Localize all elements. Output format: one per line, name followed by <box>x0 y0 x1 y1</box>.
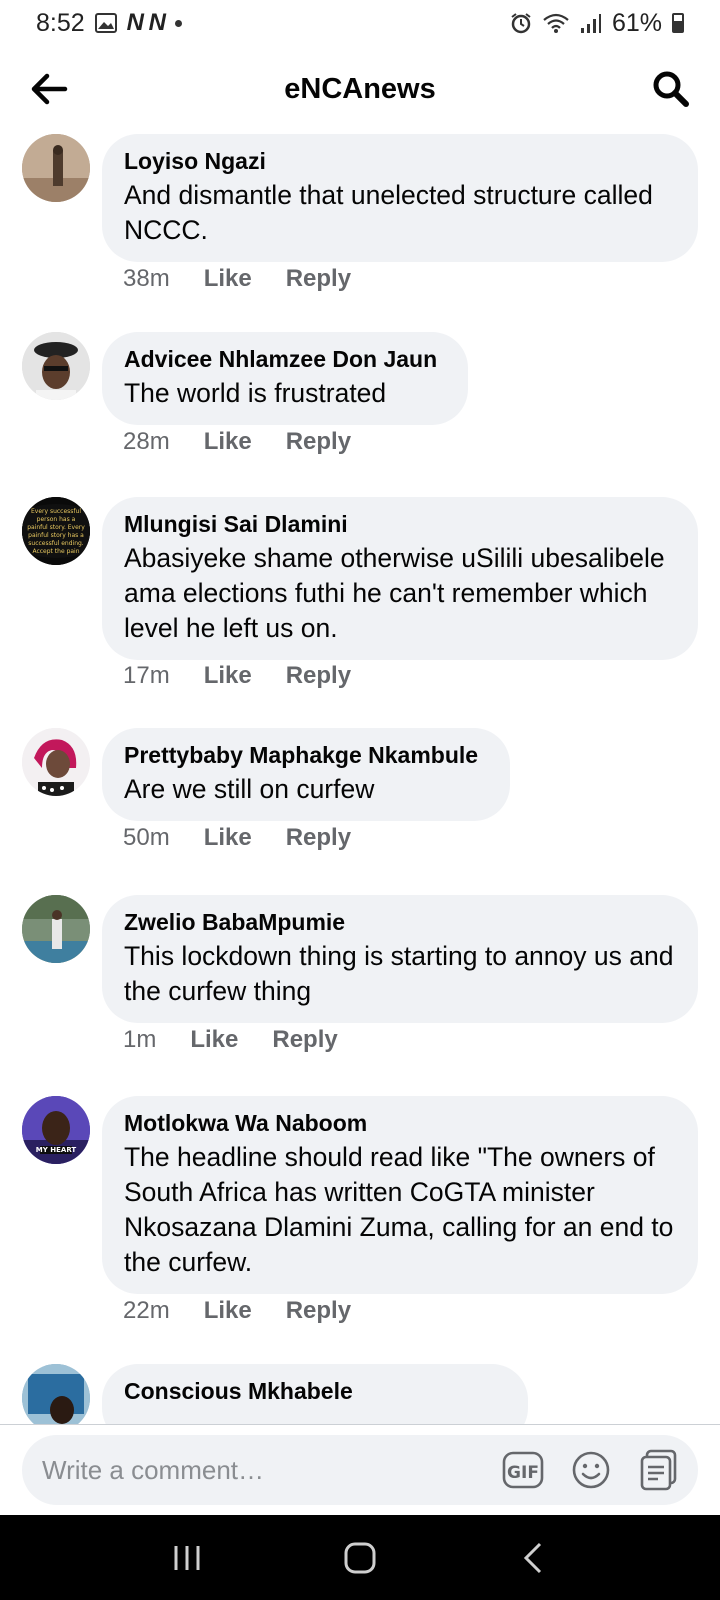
comment-author[interactable]: Loyiso Ngazi <box>124 146 676 176</box>
comment-input[interactable]: Write a comment… <box>42 1455 500 1486</box>
comment-text: And dismantle that unelected structure c… <box>124 180 653 245</box>
comment-time[interactable]: 22m <box>123 1297 170 1325</box>
smiley-icon <box>572 1451 610 1489</box>
comment-bubble[interactable]: Zwelio BabaMpumie This lockdown thing is… <box>102 895 698 1023</box>
battery-icon <box>672 13 684 33</box>
recent-apps-icon <box>174 1545 200 1570</box>
status-bar: 8:52 N N 61% <box>0 0 720 46</box>
comment-actions: 50m Like Reply <box>123 824 351 852</box>
comment-text: This lockdown thing is starting to annoy… <box>124 941 674 1006</box>
comment-time[interactable]: 1m <box>123 1026 156 1054</box>
comment-bubble[interactable]: Conscious Mkhabele <box>102 1364 528 1424</box>
comment-time[interactable]: 50m <box>123 824 170 852</box>
battery-percent: 61% <box>611 8 662 37</box>
comment-author[interactable]: Conscious Mkhabele <box>124 1376 506 1406</box>
comment-bubble[interactable]: Mlungisi Sai Dlamini Abasiyeke shame oth… <box>102 497 698 660</box>
composer-divider <box>0 1424 720 1425</box>
alarm-icon <box>510 12 532 34</box>
arrow-left-icon <box>31 73 68 105</box>
reply-button[interactable]: Reply <box>286 1297 351 1325</box>
gif-icon: GIF <box>502 1451 544 1489</box>
reply-button[interactable]: Reply <box>272 1026 337 1054</box>
svg-text:MY HEART: MY HEART <box>36 1146 77 1154</box>
avatar[interactable] <box>22 134 90 202</box>
avatar[interactable] <box>22 728 90 796</box>
comment-author[interactable]: Mlungisi Sai Dlamini <box>124 509 676 539</box>
comment-bubble[interactable]: Prettybaby Maphakge Nkambule Are we stil… <box>102 728 510 821</box>
wifi-icon <box>542 12 570 34</box>
comment-bubble[interactable]: Loyiso Ngazi And dismantle that unelecte… <box>102 134 698 262</box>
signal-icon <box>580 12 602 34</box>
back-button[interactable] <box>26 66 72 112</box>
status-time: 8:52 <box>36 8 85 37</box>
status-left: 8:52 N N <box>36 8 183 38</box>
comment-text: The world is frustrated <box>124 378 387 408</box>
system-nav-bar <box>0 1515 720 1600</box>
home-button[interactable] <box>330 1528 390 1588</box>
chevron-left-icon <box>524 1542 542 1573</box>
reply-button[interactable]: Reply <box>286 662 351 690</box>
comment-actions: 1m Like Reply <box>123 1026 338 1054</box>
svg-text:painful story. Every: painful story. Every <box>27 524 85 531</box>
avatar[interactable] <box>22 895 90 963</box>
comments-list: Loyiso Ngazi And dismantle that unelecte… <box>0 132 720 1424</box>
gif-button[interactable]: GIF <box>500 1447 546 1493</box>
comment-text: Are we still on curfew <box>124 774 375 804</box>
system-back-button[interactable] <box>503 1528 563 1588</box>
home-icon <box>344 1542 376 1573</box>
comment-author[interactable]: Prettybaby Maphakge Nkambule <box>124 740 488 770</box>
comment-actions: 38m Like Reply <box>123 265 351 293</box>
comment-actions: 22m Like Reply <box>123 1297 351 1325</box>
comment-time[interactable]: 38m <box>123 265 170 293</box>
emoji-button[interactable] <box>568 1447 614 1493</box>
avatar[interactable] <box>22 1364 90 1424</box>
like-button[interactable]: Like <box>204 428 252 456</box>
svg-text:painful story has a: painful story has a <box>28 532 84 539</box>
status-right: 61% <box>510 9 684 38</box>
more-notifications-dot <box>175 19 183 27</box>
like-button[interactable]: Like <box>204 265 252 293</box>
comment-bubble[interactable]: Motlokwa Wa Naboom The headline should r… <box>102 1096 698 1294</box>
svg-text:successful ending.: successful ending. <box>28 540 84 547</box>
reply-button[interactable]: Reply <box>286 265 351 293</box>
search-button[interactable] <box>648 66 694 112</box>
like-button[interactable]: Like <box>204 824 252 852</box>
composer-icons: GIF <box>500 1447 682 1493</box>
notification-letters: N N <box>126 9 166 36</box>
comment-time[interactable]: 17m <box>123 662 170 690</box>
comment-bubble[interactable]: Advicee Nhlamzee Don Jaun The world is f… <box>102 332 468 425</box>
comment-time[interactable]: 28m <box>123 428 170 456</box>
comment-author[interactable]: Zwelio BabaMpumie <box>124 907 676 937</box>
app-header: eNCAnews <box>0 46 720 132</box>
svg-text:Every successful: Every successful <box>31 508 81 515</box>
reply-button[interactable]: Reply <box>286 824 351 852</box>
svg-text:Accept the pain: Accept the pain <box>32 548 79 555</box>
like-button[interactable]: Like <box>190 1026 238 1054</box>
comment-text: The headline should read like "The owner… <box>124 1142 674 1277</box>
like-button[interactable]: Like <box>204 662 252 690</box>
comment-author[interactable]: Motlokwa Wa Naboom <box>124 1108 676 1138</box>
svg-text:GIF: GIF <box>507 1463 539 1483</box>
search-icon <box>653 71 689 107</box>
comment-actions: 17m Like Reply <box>123 662 351 690</box>
svg-text:person has a: person has a <box>37 516 76 523</box>
like-button[interactable]: Like <box>204 1297 252 1325</box>
comment-text: Abasiyeke shame otherwise uSilili ubesal… <box>124 543 665 643</box>
comment-composer[interactable]: Write a comment… GIF <box>22 1435 698 1505</box>
recent-apps-button[interactable] <box>157 1528 217 1588</box>
sticker-icon <box>640 1449 677 1491</box>
avatar[interactable] <box>22 332 90 400</box>
page-title: eNCAnews <box>284 72 436 105</box>
avatar[interactable]: MY HEART <box>22 1096 90 1164</box>
comment-actions: 28m Like Reply <box>123 428 351 456</box>
avatar[interactable]: Every successful person has a painful stor… <box>22 497 90 565</box>
reply-button[interactable]: Reply <box>286 428 351 456</box>
sticker-button[interactable] <box>636 1447 682 1493</box>
comment-author[interactable]: Advicee Nhlamzee Don Jaun <box>124 344 446 374</box>
gallery-icon <box>94 13 117 33</box>
